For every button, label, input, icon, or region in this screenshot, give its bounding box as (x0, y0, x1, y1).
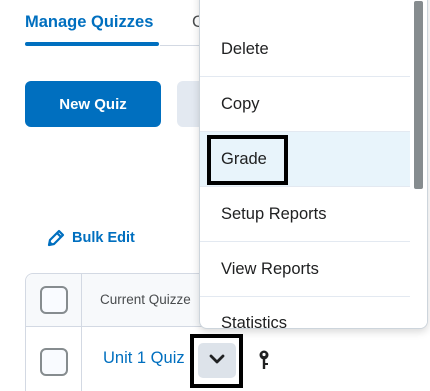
menu-item-view-reports[interactable]: View Reports (200, 242, 410, 297)
table-header: Current Quizze (26, 274, 216, 327)
select-all-checkbox[interactable] (40, 286, 68, 314)
menu-item-copy[interactable]: Copy (200, 77, 410, 132)
menu-scrollbar[interactable] (410, 0, 427, 328)
column-divider (81, 274, 82, 391)
menu-item-statistics[interactable]: Statistics (200, 297, 410, 328)
key-icon (257, 349, 271, 376)
quizzes-table: Current Quizze Unit 1 Quiz (25, 273, 216, 391)
bulk-edit-label: Bulk Edit (72, 230, 135, 246)
bulk-edit-button[interactable]: Bulk Edit (46, 228, 135, 248)
new-quiz-button[interactable]: New Quiz (25, 81, 161, 127)
pencil-icon (46, 228, 66, 248)
tab-manage-quizzes[interactable]: Manage Quizzes (25, 13, 153, 32)
menu-scrollbar-thumb[interactable] (414, 1, 423, 189)
row-checkbox[interactable] (40, 348, 68, 376)
menu-item-delete[interactable]: Delete (200, 22, 410, 77)
menu-item-setup-reports[interactable]: Setup Reports (200, 187, 410, 242)
grade-focus-outline (207, 135, 288, 185)
quiz-title-link[interactable]: Unit 1 Quiz (103, 349, 185, 368)
column-header-current-quizzes[interactable]: Current Quizze (100, 292, 191, 307)
chevron-focus-outline (190, 334, 243, 388)
active-tab-indicator (25, 42, 159, 46)
